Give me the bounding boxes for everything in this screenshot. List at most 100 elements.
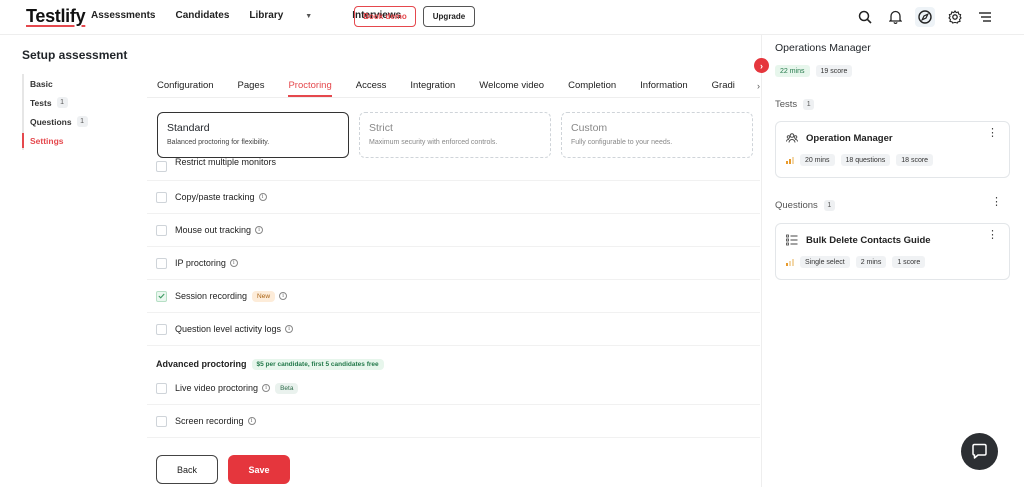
more-options-icon[interactable]: ⋮: [987, 230, 998, 241]
team-icon: [786, 133, 798, 143]
tab-access[interactable]: Access: [356, 80, 387, 97]
step-label: Settings: [30, 135, 64, 146]
back-button[interactable]: Back: [156, 455, 218, 484]
tests-section-header: Tests 1: [775, 99, 815, 110]
info-icon[interactable]: i: [255, 226, 264, 234]
top-divider: [0, 34, 1024, 35]
nav-library[interactable]: Library ▼: [249, 10, 332, 21]
mode-description: Maximum security with enforced controls.: [369, 139, 498, 146]
book-demo-button[interactable]: Book demo: [354, 6, 416, 27]
option-screen-recording: Screen recording i: [147, 405, 760, 438]
assessment-title: Operations Manager: [775, 42, 871, 54]
more-options-icon[interactable]: ⋮: [987, 128, 998, 139]
mode-title: Strict: [369, 122, 393, 134]
question-card[interactable]: Bulk Delete Contacts Guide ⋮ Single sele…: [775, 223, 1010, 280]
tab-welcome-video[interactable]: Welcome video: [479, 80, 544, 97]
option-session-recording: Session recording New i: [147, 280, 760, 313]
chevron-right-icon: ›: [760, 60, 763, 71]
tab-information[interactable]: Information: [640, 80, 688, 97]
tests-count-badge: 1: [803, 99, 815, 110]
step-count-badge: 1: [76, 116, 88, 127]
info-icon[interactable]: i: [247, 417, 256, 425]
option-ip-proctoring: IP proctoring i: [147, 247, 760, 280]
logo[interactable]: Testlify: [26, 6, 86, 27]
test-score-tag: 18 score: [896, 154, 934, 166]
option-label: Live video proctoring: [175, 383, 259, 393]
nav-assessments[interactable]: Assessments: [91, 10, 155, 21]
step-questions[interactable]: Questions 1: [30, 112, 88, 131]
info-icon[interactable]: i: [279, 292, 288, 300]
info-icon[interactable]: i: [285, 325, 294, 333]
new-badge: New: [252, 290, 276, 302]
collapse-panel-button[interactable]: ›: [754, 58, 769, 73]
pricing-badge: $5 per candidate, first 5 candidates fre…: [251, 358, 384, 370]
gear-icon[interactable]: [945, 7, 965, 27]
list-icon: [786, 234, 798, 246]
tab-completion[interactable]: Completion: [568, 80, 616, 97]
option-restrict-monitors: Restrict multiple monitors: [147, 155, 760, 181]
mode-description: Fully configurable to your needs.: [571, 139, 673, 146]
question-type-tag: Single select: [800, 256, 850, 268]
option-question-logs: Question level activity logs i: [147, 313, 760, 346]
tab-pages[interactable]: Pages: [238, 80, 265, 97]
assessment-summary: 22 mins 19 score: [775, 65, 858, 77]
tab-configuration[interactable]: Configuration: [157, 80, 214, 97]
test-card[interactable]: Operation Manager ⋮ 20 mins 18 questions…: [775, 121, 1010, 178]
live-video-checkbox[interactable]: [156, 382, 167, 394]
question-logs-checkbox[interactable]: [156, 323, 167, 335]
tab-integration[interactable]: Integration: [410, 80, 455, 97]
ip-proctoring-checkbox[interactable]: [156, 257, 167, 269]
tab-grading[interactable]: Gradi: [712, 80, 735, 97]
info-icon[interactable]: i: [258, 193, 267, 201]
option-label: Screen recording: [175, 416, 244, 426]
info-icon[interactable]: i: [262, 384, 271, 392]
nav-candidates[interactable]: Candidates: [175, 10, 229, 21]
upgrade-button[interactable]: Upgrade: [423, 6, 475, 27]
info-icon[interactable]: i: [229, 259, 238, 267]
difficulty-icon: [786, 258, 794, 266]
save-button[interactable]: Save: [228, 455, 290, 484]
setup-steps: Basic Tests 1 Questions 1 Settings: [22, 74, 88, 150]
test-duration-tag: 20 mins: [800, 154, 835, 166]
chat-icon: [972, 443, 987, 459]
option-label: Copy/paste tracking: [175, 192, 255, 202]
mode-title: Custom: [571, 122, 608, 134]
mode-strict-card[interactable]: Strict Maximum security with enforced co…: [359, 112, 551, 158]
chevron-right-icon[interactable]: ›: [757, 81, 760, 91]
mouse-out-checkbox[interactable]: [156, 224, 167, 236]
menu-icon[interactable]: [975, 7, 995, 27]
chat-support-button[interactable]: [961, 433, 998, 470]
proctoring-modes: Standard Balanced proctoring for flexibi…: [157, 112, 763, 158]
panel-divider: [761, 34, 762, 487]
screen-recording-checkbox[interactable]: [156, 415, 167, 427]
step-tests[interactable]: Tests 1: [30, 93, 88, 112]
questions-section-header: Questions 1: [775, 200, 835, 211]
step-label: Basic: [30, 78, 53, 89]
more-options-icon[interactable]: ⋮: [991, 197, 1002, 208]
tab-proctoring[interactable]: Proctoring: [288, 80, 333, 97]
compass-icon[interactable]: [915, 7, 935, 27]
check-icon: [158, 293, 165, 299]
top-bar: Testlify Assessments Candidates Library ▼…: [0, 0, 1024, 34]
duration-tag: 22 mins: [775, 65, 810, 77]
option-label: Session recording: [175, 291, 248, 301]
difficulty-icon: [786, 156, 794, 164]
copy-paste-checkbox[interactable]: [156, 191, 167, 203]
questions-label: Questions: [775, 200, 818, 211]
bell-icon[interactable]: [885, 7, 905, 27]
page-title: Setup assessment: [22, 48, 128, 62]
step-basic[interactable]: Basic: [30, 74, 88, 93]
active-step-indicator: [22, 133, 24, 148]
option-label: Question level activity logs: [175, 324, 282, 334]
mode-standard-card[interactable]: Standard Balanced proctoring for flexibi…: [157, 112, 349, 158]
option-copy-paste: Copy/paste tracking i: [147, 181, 760, 214]
chevron-down-icon: ▼: [305, 13, 313, 20]
mode-custom-card[interactable]: Custom Fully configurable to your needs.: [561, 112, 753, 158]
step-settings[interactable]: Settings: [22, 131, 88, 150]
restrict-monitors-checkbox[interactable]: [156, 161, 167, 172]
search-icon[interactable]: [855, 7, 875, 27]
question-name: Bulk Delete Contacts Guide: [806, 234, 931, 246]
session-recording-checkbox[interactable]: [156, 290, 167, 302]
test-name: Operation Manager: [806, 132, 893, 144]
question-score-tag: 1 score: [892, 256, 926, 268]
